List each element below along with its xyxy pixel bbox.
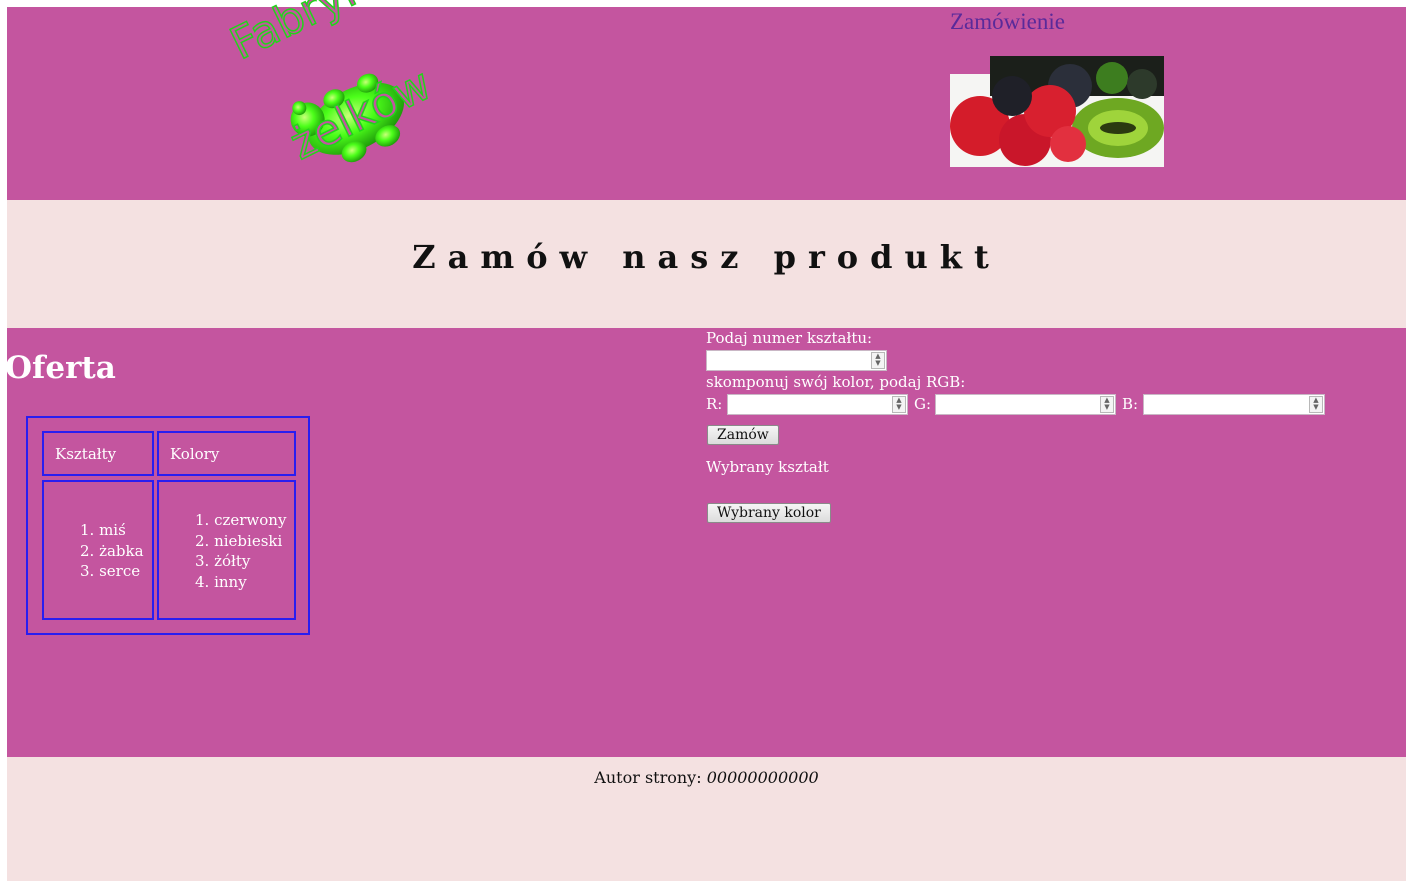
author-line: Autor strony: 00000000000	[7, 768, 1406, 787]
order-link[interactable]: Zamówienie	[950, 9, 1065, 35]
b-label: B:	[1122, 395, 1139, 413]
b-input[interactable]: ▲ ▼	[1143, 394, 1325, 415]
list-item: 1. czerwony	[195, 511, 287, 529]
list-item: 2. żabka	[80, 541, 144, 560]
list-item: 4. inny	[195, 572, 247, 591]
colors-header-label: Kolory	[170, 445, 220, 463]
author-name: 00000000000	[706, 768, 819, 787]
spinner-arrows-icon[interactable]: ▲ ▼	[892, 396, 906, 413]
g-input[interactable]: ▲ ▼	[935, 394, 1116, 415]
main-section: Oferta Kształty Kolory 1. miś 2. żabka 3…	[5, 328, 1406, 757]
order-button[interactable]: Zamów	[707, 425, 779, 445]
logo: Fabryka żelków	[222, 0, 495, 207]
selected-color-button[interactable]: Wybrany kolor	[707, 503, 831, 523]
r-input[interactable]: ▲ ▼	[727, 394, 908, 415]
list-item: 3. serce	[80, 562, 141, 580]
page-title: Zamów nasz produkt	[412, 238, 1001, 276]
jelly-candies-image[interactable]	[950, 56, 1164, 167]
shape-number-label: Podaj numer kształtu:	[706, 329, 873, 347]
list-item: 3. żółty	[195, 552, 251, 570]
selected-shape-text: Wybrany kształt	[706, 458, 829, 476]
rgb-label: skomponuj swój kolor, podaj RGB:	[706, 373, 966, 391]
colors-cell: 1. czerwony 2. niebieski 3. żółty 4. inn…	[157, 480, 296, 620]
shape-number-input[interactable]: ▲ ▼	[706, 350, 887, 371]
author-label: Autor strony:	[594, 768, 702, 787]
spinner-arrows-icon[interactable]: ▲ ▼	[1100, 396, 1114, 413]
offer-heading: Oferta	[5, 350, 116, 386]
footer: Autor strony: 00000000000	[7, 757, 1406, 881]
header: Fabryka żelków Zamówienie	[7, 0, 1406, 200]
table-header-colors: Kolory	[157, 431, 296, 476]
spinner-arrows-icon[interactable]: ▲ ▼	[1309, 396, 1323, 413]
list-item: 1. miś	[80, 521, 126, 539]
shapes-list: 1. miś 2. żabka 3. serce	[80, 520, 144, 582]
shapes-header-label: Kształty	[55, 445, 117, 463]
shapes-cell: 1. miś 2. żabka 3. serce	[42, 480, 154, 620]
spinner-arrows-icon[interactable]: ▲ ▼	[871, 352, 885, 369]
table-header-shapes: Kształty	[42, 431, 154, 476]
colors-list: 1. czerwony 2. niebieski 3. żółty 4. inn…	[195, 510, 286, 592]
list-item: 2. niebieski	[195, 531, 283, 550]
title-band: Zamów nasz produkt	[7, 200, 1406, 328]
g-label: G:	[914, 395, 932, 413]
r-label: R:	[706, 395, 723, 413]
page: Fabryka żelków Zamówienie Zamów nasz pro…	[5, 0, 1406, 881]
offer-table: Kształty Kolory 1. miś 2. żabka 3. serce…	[26, 416, 310, 635]
